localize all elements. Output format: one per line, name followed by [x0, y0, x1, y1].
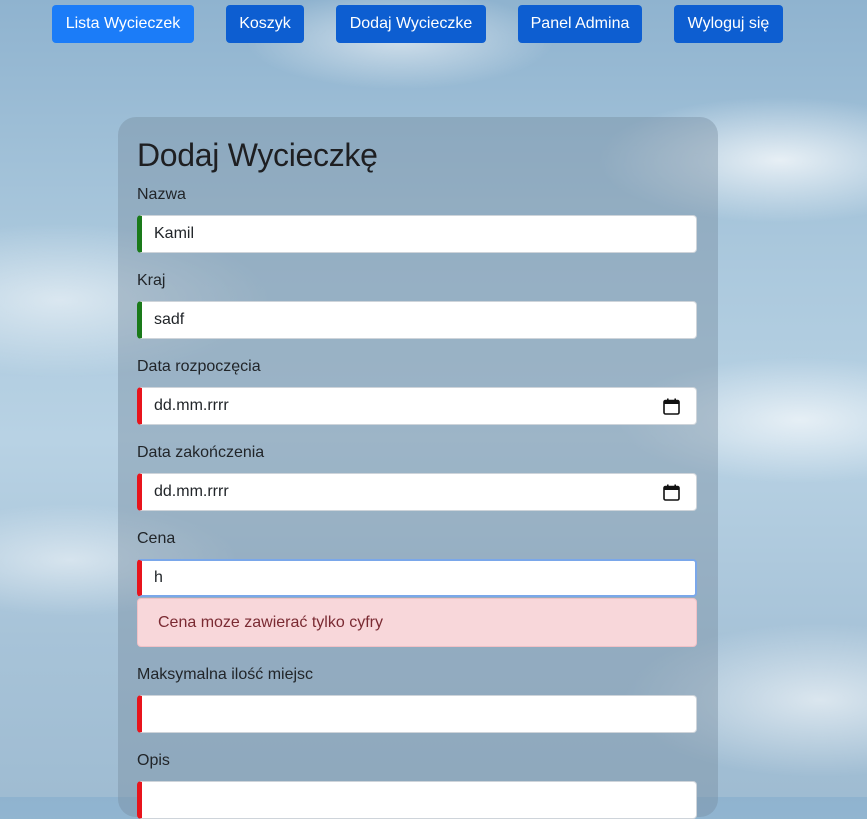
data-rozpoczecia-input[interactable]: dd.mm.rrrr — [137, 387, 697, 425]
data-rozpoczecia-label: Data rozpoczęcia — [137, 358, 261, 375]
opis-label: Opis — [137, 752, 170, 769]
data-zakonczenia-label: Data zakończenia — [137, 444, 265, 461]
nav-wyloguj-button[interactable]: Wyloguj się — [674, 5, 783, 43]
data-zakonczenia-placeholder: dd.mm.rrrr — [154, 483, 229, 500]
top-nav: Lista Wycieczek Koszyk Dodaj Wycieczke P… — [0, 5, 867, 43]
nazwa-input[interactable]: Kamil — [137, 215, 697, 253]
nazwa-label: Nazwa — [137, 186, 186, 203]
cena-input[interactable]: h — [137, 559, 697, 597]
max-miejsc-input[interactable] — [137, 695, 697, 733]
cena-error-alert: Cena moze zawierać tylko cyfry — [137, 598, 697, 647]
data-zakonczenia-input[interactable]: dd.mm.rrrr — [137, 473, 697, 511]
max-miejsc-label: Maksymalna ilość miejsc — [137, 666, 314, 683]
data-rozpoczecia-placeholder: dd.mm.rrrr — [154, 397, 229, 414]
form-title: Dodaj Wycieczkę — [137, 137, 378, 173]
opis-input[interactable] — [137, 781, 697, 819]
cena-label: Cena — [137, 530, 176, 547]
nav-panel-admina-button[interactable]: Panel Admina — [518, 5, 642, 43]
nav-lista-wycieczek-button[interactable]: Lista Wycieczek — [52, 5, 194, 43]
calendar-icon[interactable] — [663, 484, 680, 501]
calendar-icon[interactable] — [663, 398, 680, 415]
nav-dodaj-wycieczke-button[interactable]: Dodaj Wycieczke — [336, 5, 486, 43]
kraj-input[interactable]: sadf — [137, 301, 697, 339]
kraj-label: Kraj — [137, 272, 166, 289]
nav-koszyk-button[interactable]: Koszyk — [226, 5, 304, 43]
add-trip-form-card: Dodaj Wycieczkę Nazwa Kamil Kraj sadf Da… — [118, 117, 718, 819]
